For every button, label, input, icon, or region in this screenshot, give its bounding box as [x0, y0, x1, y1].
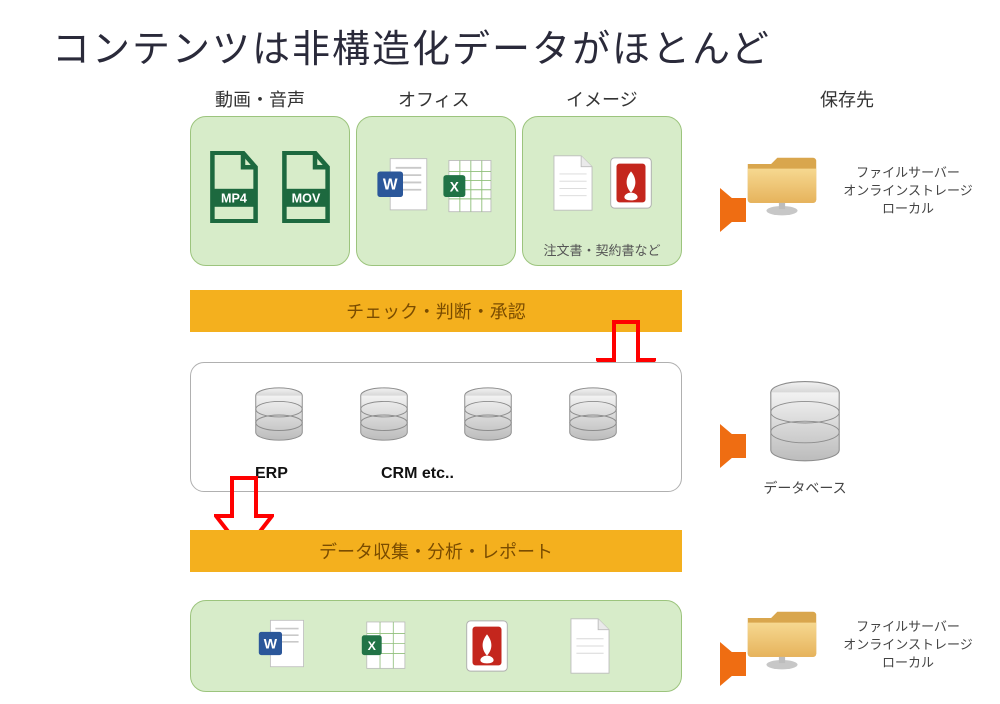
svg-text:X: X	[367, 639, 376, 653]
storage-caption-1: ファイルサーバー オンラインストレージ ローカル	[828, 164, 988, 218]
col-destination: 保存先	[820, 86, 874, 112]
word-doc-icon: W	[374, 155, 432, 219]
database-icon	[760, 378, 850, 468]
output-icons: W X	[191, 601, 681, 691]
storage-folder-2	[742, 604, 822, 679]
svg-text:X: X	[450, 180, 460, 195]
col-image: イメージ	[566, 86, 638, 112]
storage-caption-2: ファイルサーバー オンラインストレージ ローカル	[828, 618, 988, 672]
db-systems-box: ERP CRM etc..	[190, 362, 682, 492]
mp4-file-icon: MP4	[202, 151, 266, 223]
db-icon	[248, 384, 310, 446]
mov-file-icon: MOV	[274, 151, 338, 223]
folder-icon	[742, 150, 822, 220]
arrow-to-database	[720, 424, 746, 468]
storage-folder-1	[742, 150, 822, 225]
db-icon	[457, 384, 519, 446]
svg-text:MOV: MOV	[292, 191, 321, 205]
band-analysis: データ収集・分析・レポート	[190, 530, 682, 572]
pdf-icon	[606, 154, 656, 212]
blank-doc-icon	[565, 617, 615, 675]
slide-title: コンテンツは非構造化データがほとんど	[52, 18, 771, 73]
panel-output: W X	[190, 600, 682, 692]
svg-text:MP4: MP4	[221, 191, 247, 205]
database-caption: データベース	[740, 478, 870, 498]
office-icons: W X	[357, 117, 515, 265]
panel-image-caption: 注文書・契約書など	[523, 240, 681, 259]
panel-media: MP4 MOV	[190, 116, 350, 266]
excel-doc-icon: X	[440, 155, 498, 219]
crm-label: CRM etc..	[381, 465, 454, 483]
db-icon	[353, 384, 415, 446]
svg-text:W: W	[264, 635, 278, 651]
col-media: 動画・音声	[215, 86, 305, 112]
col-office: オフィス	[398, 86, 470, 112]
panel-office: W X	[356, 116, 516, 266]
db-icon	[562, 384, 624, 446]
slide: コンテンツは非構造化データがほとんど 動画・音声 オフィス イメージ 保存先 M…	[0, 0, 1000, 704]
pdf-icon	[462, 617, 512, 675]
folder-icon	[742, 604, 822, 674]
excel-doc-icon: X	[360, 617, 410, 675]
media-icons: MP4 MOV	[191, 117, 349, 265]
big-database	[760, 378, 850, 473]
panel-image: 注文書・契約書など	[522, 116, 682, 266]
word-doc-icon: W	[257, 617, 307, 675]
blank-doc-icon	[548, 154, 598, 212]
svg-text:W: W	[383, 177, 398, 194]
